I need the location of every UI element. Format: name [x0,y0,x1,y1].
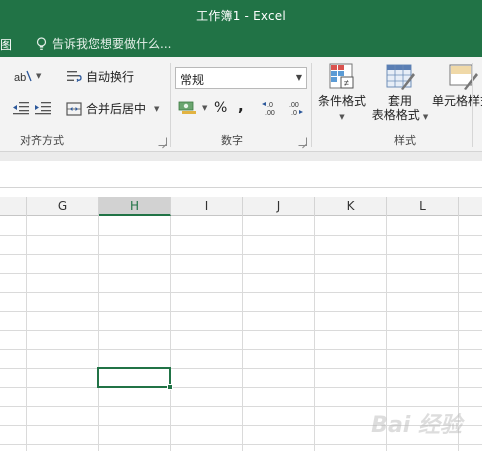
dialog-launcher-icon[interactable] [158,137,167,146]
svg-text:.0: .0 [267,102,273,109]
grid-line [0,349,482,350]
merge-center-label: 合并后居中 [86,102,147,116]
comma-label: , [238,97,244,115]
conditional-format-label: 条件格式 [317,94,366,108]
merge-center-icon [66,101,82,116]
decrease-indent-icon[interactable] [12,101,30,115]
orientation-button[interactable]: ab ▼ [14,69,41,83]
svg-text:≠: ≠ [344,78,349,88]
grid-line [0,292,482,293]
tell-me-text: 告诉我您想要做什么... [52,37,172,51]
selected-cell[interactable] [97,367,173,390]
format-as-table-label-1: 套用 [387,94,412,108]
grid-line [0,387,482,388]
styles-group-label: 样式 [394,134,416,147]
chevron-down-icon: ▼ [202,104,208,112]
grid-line [0,235,482,236]
grid-line [98,216,99,451]
svg-text:ab: ab [14,72,26,83]
tab-view[interactable]: 图 [0,36,12,53]
column-header-h[interactable]: H [99,197,171,216]
comma-style-button[interactable]: , [238,97,244,115]
grid-line [0,311,482,312]
percent-button[interactable]: % [214,100,227,116]
grid-line [0,330,482,331]
chevron-down-icon: ▼ [295,73,302,82]
format-as-table-label-2-text: 表格格式 [371,108,420,122]
format-as-table-icon [386,64,415,90]
grid-line [242,216,243,451]
window-title: 工作簿1 - Excel [196,9,286,23]
ribbon-tab-row: 图 告诉我您想要做什么... [0,30,482,57]
percent-label: % [214,100,228,116]
column-header-j[interactable]: J [243,197,315,216]
number-format-dropdown[interactable]: 常规 ▼ [175,67,307,89]
svg-text:.00: .00 [289,102,299,109]
format-as-table-button[interactable]: 套用 表格格式 ▼ [370,63,430,124]
group-divider [170,63,171,147]
fill-handle[interactable] [167,384,173,390]
column-header-g[interactable]: G [27,197,99,216]
chevron-down-icon: ▼ [36,72,42,80]
column-header-k[interactable]: K [315,197,387,216]
decrease-decimal-button[interactable]: .00 .0 [286,100,304,116]
cell-styles-button[interactable]: 单元格样式 [432,63,482,108]
conditional-format-button[interactable]: ≠ 条件格式 ▼ [316,63,368,124]
decrease-decimal-icon: .00 .0 [289,102,303,116]
cell-styles-icon [449,64,478,90]
number-group-label: 数字 [221,134,243,147]
column-header-l[interactable]: L [387,197,459,216]
merge-center-button[interactable]: 合并后居中 ▼ [66,100,159,117]
column-header-partial[interactable] [459,197,482,216]
grid-line [26,216,27,451]
format-as-table-label-2: 表格格式 ▼ [370,108,430,124]
chevron-down-icon[interactable]: ▼ [154,105,159,113]
alignment-group-label: 对齐方式 [20,134,64,147]
conditional-format-icon: ≠ [329,63,354,89]
number-format-value: 常规 [180,73,205,87]
column-header-partial[interactable] [0,197,27,216]
wrap-text-button[interactable]: 自动换行 [66,68,134,85]
dialog-launcher-icon[interactable] [298,137,307,146]
accounting-format-button[interactable]: ▼ [178,101,207,115]
cell-styles-label: 单元格样式 [432,94,482,108]
wrap-text-label: 自动换行 [86,70,135,84]
chevron-down-icon: ▼ [339,113,345,121]
svg-text:.0: .0 [291,110,297,116]
grid-line [0,273,482,274]
increase-decimal-icon: .0 .00 [262,102,275,116]
title-bar: 工作簿1 - Excel [0,0,482,30]
column-header-row: G H I J K L [0,197,482,216]
svg-text:.00: .00 [265,110,275,116]
group-divider [311,63,312,147]
ribbon: ab ▼ 自动换行 合并后居中 ▼ 对齐方式 常规 ▼ ▼ % , .0 .00… [0,57,482,152]
indent-buttons [12,101,52,115]
increase-indent-icon[interactable] [34,101,52,115]
lightbulb-icon [36,36,47,50]
orientation-icon: ab [14,70,32,83]
grid-line [0,444,482,445]
wrap-text-icon [67,70,82,82]
increase-decimal-button[interactable]: .0 .00 [262,100,280,116]
column-header-i[interactable]: I [171,197,243,216]
grid-line [0,254,482,255]
currency-icon [178,101,196,114]
grid-line [0,368,482,369]
watermark-logo: Bai 经验 [371,413,462,438]
grid-line [314,216,315,451]
tell-me-box[interactable]: 告诉我您想要做什么... [36,35,171,52]
chevron-down-icon: ▼ [422,113,429,121]
grid-line [170,216,171,451]
ribbon-formula-gap [0,152,482,161]
group-divider [472,63,473,147]
